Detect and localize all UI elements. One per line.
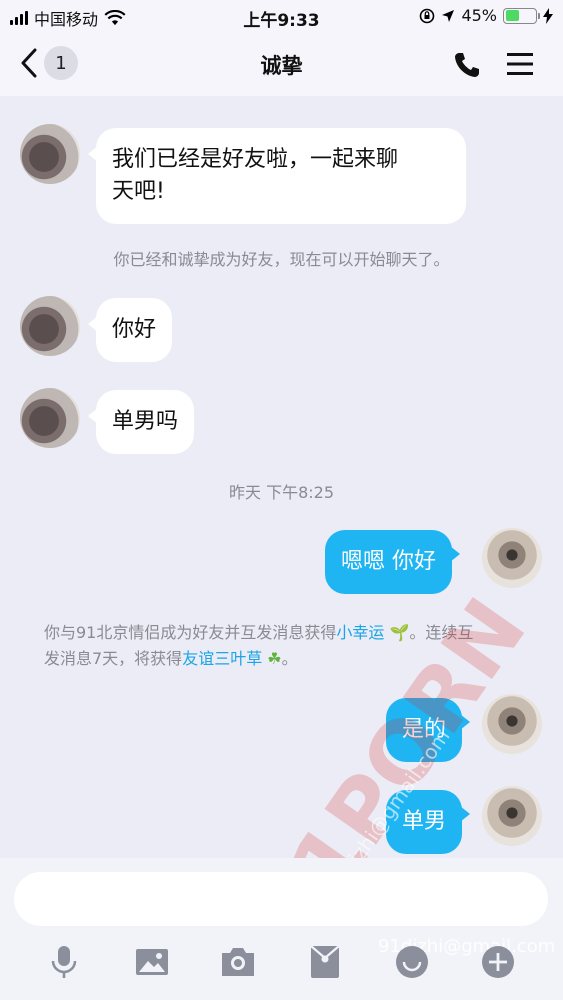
battery-fill (505, 10, 519, 21)
battery-icon (503, 7, 540, 24)
contact-avatar[interactable] (20, 296, 80, 356)
message-text-line: 天吧! (112, 179, 165, 204)
nav-bar: 1 诚挚 (0, 32, 563, 96)
sent-message[interactable]: 单男 (386, 790, 471, 854)
orientation-lock-icon (420, 8, 435, 23)
friendship-clover-link[interactable]: 友谊三叶草 (182, 649, 262, 668)
battery-percent: 45% (461, 6, 497, 25)
received-message[interactable]: 我们已经是好友啦，一起来聊 天吧! (88, 128, 466, 224)
clover-icon: ☘ (267, 649, 282, 668)
my-avatar[interactable] (482, 528, 542, 588)
location-icon (442, 9, 455, 22)
emoji-icon[interactable] (392, 942, 432, 982)
contact-avatar[interactable] (20, 388, 80, 448)
notice-text: 你与91北京情侣成为好友并互发消息获得 (44, 623, 337, 642)
microphone-icon[interactable] (44, 942, 84, 982)
sent-message[interactable]: 是的 (386, 698, 471, 762)
contact-avatar[interactable] (20, 124, 80, 184)
received-message[interactable]: 单男吗 (87, 390, 195, 454)
hamburger-menu-icon[interactable] (505, 50, 535, 78)
camera-icon[interactable] (218, 942, 258, 982)
image-icon[interactable] (132, 942, 172, 982)
sent-message[interactable]: 嗯嗯 你好 (325, 530, 460, 594)
phone-icon[interactable] (452, 50, 482, 80)
message-text-line: 我们已经是好友啦，一起来聊 (112, 147, 399, 172)
my-avatar[interactable] (482, 786, 542, 846)
toolbar (0, 942, 563, 992)
my-avatar[interactable] (482, 694, 542, 754)
system-notice: 你已经和诚挚成为好友，现在可以开始聊天了。 (113, 250, 450, 269)
chat-area[interactable]: 我们已经是好友啦，一起来聊 天吧! 你已经和诚挚成为好友，现在可以开始聊天了。 … (0, 96, 563, 858)
sprout-icon: 🌱 (389, 623, 410, 642)
little-luck-link[interactable]: 小幸运 (336, 623, 384, 642)
input-area: 91dizhi@gmail.com (0, 858, 563, 1000)
friendship-notice: 你与91北京情侣成为好友并互发消息获得小幸运 🌱。连续互 发消息7天，将获得友谊… (44, 620, 524, 672)
status-right: 45% (419, 6, 553, 25)
plus-icon[interactable] (478, 942, 518, 982)
message-input[interactable] (14, 872, 548, 926)
message-timestamp: 昨天 下午8:25 (228, 483, 335, 502)
red-packet-icon[interactable] (305, 942, 345, 982)
status-bar: 中国移动 上午9:33 45% (0, 0, 563, 32)
received-message[interactable]: 你好 (87, 298, 173, 362)
charging-bolt-icon (543, 7, 553, 24)
notice-text: 发消息7天，将获得 (44, 649, 183, 668)
notice-text: 。连续互 (409, 623, 474, 642)
notice-text: 。 (281, 649, 298, 668)
